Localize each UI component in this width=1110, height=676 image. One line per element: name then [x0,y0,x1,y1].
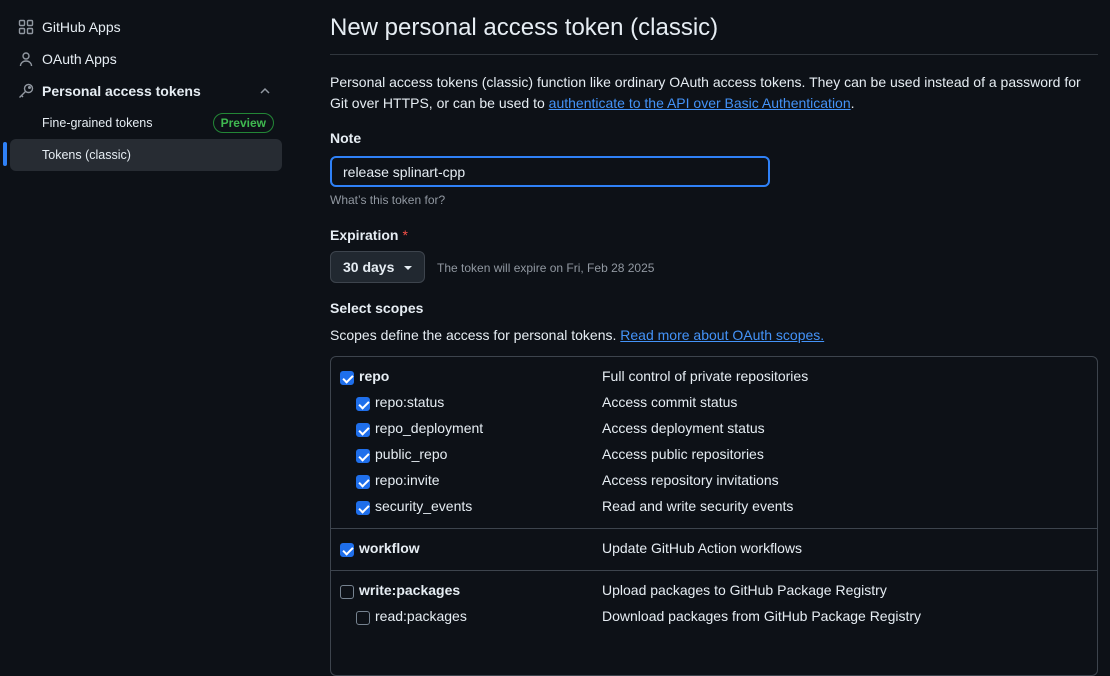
scope-description: Read and write security events [602,498,794,514]
scope-row-repo-status: repo:status Access commit status [331,392,1097,418]
sidebar-item-label: Personal access tokens [42,83,201,99]
scope-name: security_events [375,498,473,514]
scopes-table: repo Full control of private repositories… [330,356,1098,676]
sidebar-item-fine-grained-tokens[interactable]: Fine-grained tokens Preview [10,107,282,139]
divider [330,54,1098,55]
note-label: Note [330,130,362,146]
scope-divider [331,528,1097,529]
expiration-label-text: Expiration [330,227,399,243]
scope-name: repo_deployment [375,420,484,436]
scope-row-read-packages: read:packages Download packages from GitH… [331,606,1097,632]
scope-description: Download packages from GitHub Package Re… [602,608,922,624]
note-input[interactable] [330,156,770,187]
person-icon [18,51,34,67]
oauth-scopes-link[interactable]: Read more about OAuth scopes. [620,327,824,343]
description-end: . [850,95,855,111]
scope-description: Access repository invitations [602,472,779,488]
scope-checkbox[interactable] [340,371,354,385]
scopes-description-text: Scopes define the access for personal to… [330,327,621,343]
scope-description: Full control of private repositories [602,368,809,384]
scope-checkbox[interactable] [356,449,370,463]
sidebar-item-tokens-classic[interactable]: Tokens (classic) [10,139,282,171]
chevron-up-icon[interactable] [258,84,272,98]
sidebar-item-label: GitHub Apps [42,19,121,35]
sidebar-item-label: Fine-grained tokens [42,116,153,130]
expiration-select[interactable]: 30 days [330,251,425,283]
expiration-value: 30 days [343,259,395,275]
scope-checkbox[interactable] [356,501,370,515]
basic-auth-link[interactable]: authenticate to the API over Basic Authe… [549,95,851,111]
sidebar-item-personal-access-tokens[interactable]: Personal access tokens [10,75,282,107]
scope-description: Update GitHub Action workflows [602,540,802,556]
scope-row-workflow: workflow Update GitHub Action workflows [331,538,1097,564]
scope-row-repo-deployment: repo_deployment Access deployment status [331,418,1097,444]
scope-row-public-repo: public_repo Access public repositories [331,444,1097,470]
scope-name: workflow [359,540,420,556]
caret-down-icon [404,266,412,270]
note-hint: What’s this token for? [330,193,446,207]
scope-checkbox[interactable] [356,423,370,437]
scope-name: read:packages [375,608,467,624]
scope-row-repo-invite: repo:invite Access repository invitations [331,470,1097,496]
scopes-label: Select scopes [330,300,424,316]
apps-grid-icon [18,19,34,35]
scope-description: Access commit status [602,394,738,410]
active-indicator [3,142,7,166]
required-mark: * [402,227,408,243]
sidebar-item-label: OAuth Apps [42,51,117,67]
scope-name: repo [359,368,390,384]
scope-description: Access public repositories [602,446,764,462]
scope-row-security-events: security_events Read and write security e… [331,496,1097,522]
sidebar-item-label: Tokens (classic) [42,148,131,162]
scope-checkbox[interactable] [356,475,370,489]
sidebar-item-github-apps[interactable]: GitHub Apps [10,11,282,43]
scope-checkbox[interactable] [340,543,354,557]
preview-badge: Preview [212,113,274,133]
key-icon [18,83,34,99]
scope-divider [331,570,1097,571]
scope-row-write-packages: write:packages Upload packages to GitHub … [331,580,1097,606]
scope-checkbox[interactable] [340,585,354,599]
expiration-note: The token will expire on Fri, Feb 28 202… [437,261,655,275]
scope-name: repo:invite [375,472,440,488]
sidebar: GitHub Apps OAuth Apps Personal access t… [0,0,290,652]
scope-name: write:packages [359,582,461,598]
scope-checkbox[interactable] [356,611,370,625]
sidebar-item-oauth-apps[interactable]: OAuth Apps [10,43,282,75]
page-description: Personal access tokens (classic) functio… [330,72,1098,114]
scope-description: Access deployment status [602,420,765,436]
scope-row-repo: repo Full control of private repositories [331,366,1097,392]
scopes-description: Scopes define the access for personal to… [330,327,824,343]
page-title: New personal access token (classic) [330,14,719,41]
scope-checkbox[interactable] [356,397,370,411]
scope-name: public_repo [375,446,448,462]
expiration-label: Expiration * [330,227,408,243]
scope-description: Upload packages to GitHub Package Regist… [602,582,887,598]
scope-name: repo:status [375,394,445,410]
